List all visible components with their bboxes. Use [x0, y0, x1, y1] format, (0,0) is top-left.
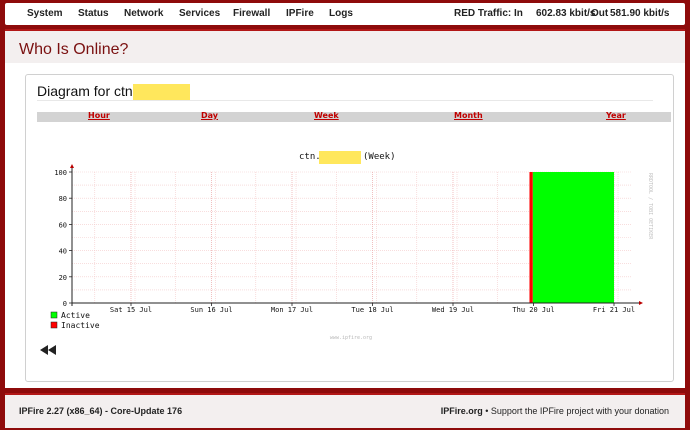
legend-label: Active	[61, 311, 90, 320]
period-tabs: Hour Day Week Month Year	[37, 111, 671, 122]
diagram-title-text: Diagram for ctn	[37, 83, 133, 99]
nav-firewall[interactable]: Firewall	[233, 3, 270, 25]
footer-support: IPFire.org • Support the IPFire project …	[441, 406, 669, 416]
tab-month[interactable]: Month	[454, 111, 483, 120]
tab-week[interactable]: Week	[314, 111, 339, 120]
x-tick-label: Wed 19 Jul	[432, 306, 474, 314]
x-axis-arrow	[639, 301, 643, 305]
tab-day[interactable]: Day	[201, 111, 218, 120]
area-inactive	[529, 172, 533, 303]
rrd-graph: ctn. (Week) 0 20 40 60 80 100 Sat 15 Jul Sun 16 J…	[50, 151, 653, 341]
footer: IPFire 2.27 (x86_64) - Core-Update 176 I…	[5, 393, 685, 428]
legend-swatch	[50, 311, 58, 319]
back-arrows-icon[interactable]	[40, 340, 58, 355]
double-left-arrow-icon	[40, 345, 56, 355]
top-navigation-bar: System Status Network Services Firewall …	[5, 3, 685, 25]
divider	[37, 100, 653, 101]
nav-network[interactable]: Network	[124, 3, 163, 25]
y-axis-arrow	[70, 164, 74, 168]
chart-title-redacted	[319, 151, 361, 164]
diagram-box: Diagram for ctn Hour Day Week Month Year…	[25, 74, 674, 382]
nav-status[interactable]: Status	[78, 3, 109, 25]
support-text: • Support the IPFire project with your d…	[485, 406, 669, 416]
x-tick-label: Tue 18 Jul	[351, 306, 393, 314]
traffic-in-label: RED Traffic: In	[454, 8, 523, 19]
nav-services[interactable]: Services	[179, 3, 220, 25]
page-header: Who Is Online?	[5, 29, 685, 66]
tab-hour[interactable]: Hour	[88, 111, 110, 120]
diagram-title: Diagram for ctn	[37, 83, 190, 101]
area-active	[532, 172, 614, 303]
x-tick-label: Fri 21 Jul	[593, 306, 635, 314]
chart-title-suffix: (Week)	[363, 152, 396, 162]
nav-system[interactable]: System	[27, 3, 63, 25]
y-tick-label: 80	[59, 195, 67, 203]
tab-year[interactable]: Year	[606, 111, 626, 120]
chart-watermark: www.ipfire.org	[330, 335, 372, 341]
x-tick-label: Thu 20 Jul	[512, 306, 554, 314]
chart-side-text: RRDTOOL / TOBI OETIKER	[647, 173, 653, 240]
main-content: Diagram for ctn Hour Day Week Month Year…	[5, 63, 685, 388]
ipfire-link[interactable]: IPFire.org	[441, 406, 483, 416]
x-tick-label: Sun 16 Jul	[190, 306, 232, 314]
traffic-in-value: 602.83 kbit/s	[536, 8, 596, 19]
nav-logs[interactable]: Logs	[329, 3, 353, 25]
y-tick-label: 20	[59, 274, 67, 282]
chart-title-prefix: ctn.	[299, 152, 321, 162]
nav-ipfire[interactable]: IPFire	[286, 3, 314, 25]
y-tick-label: 40	[59, 248, 67, 256]
y-tick-label: 100	[54, 169, 67, 177]
redacted-block	[132, 83, 190, 101]
footer-version: IPFire 2.27 (x86_64) - Core-Update 176	[19, 406, 183, 416]
x-tick-label: Sat 15 Jul	[110, 306, 152, 314]
legend-label: Inactive	[61, 321, 100, 330]
y-tick-label: 0	[63, 300, 67, 308]
x-tick-label: Mon 17 Jul	[271, 306, 313, 314]
y-tick-label: 60	[59, 221, 67, 229]
page-title: Who Is Online?	[19, 41, 129, 58]
traffic-out-label: Out	[591, 8, 609, 19]
legend-swatch	[50, 321, 58, 329]
traffic-out-value: 581.90 kbit/s	[610, 8, 670, 19]
